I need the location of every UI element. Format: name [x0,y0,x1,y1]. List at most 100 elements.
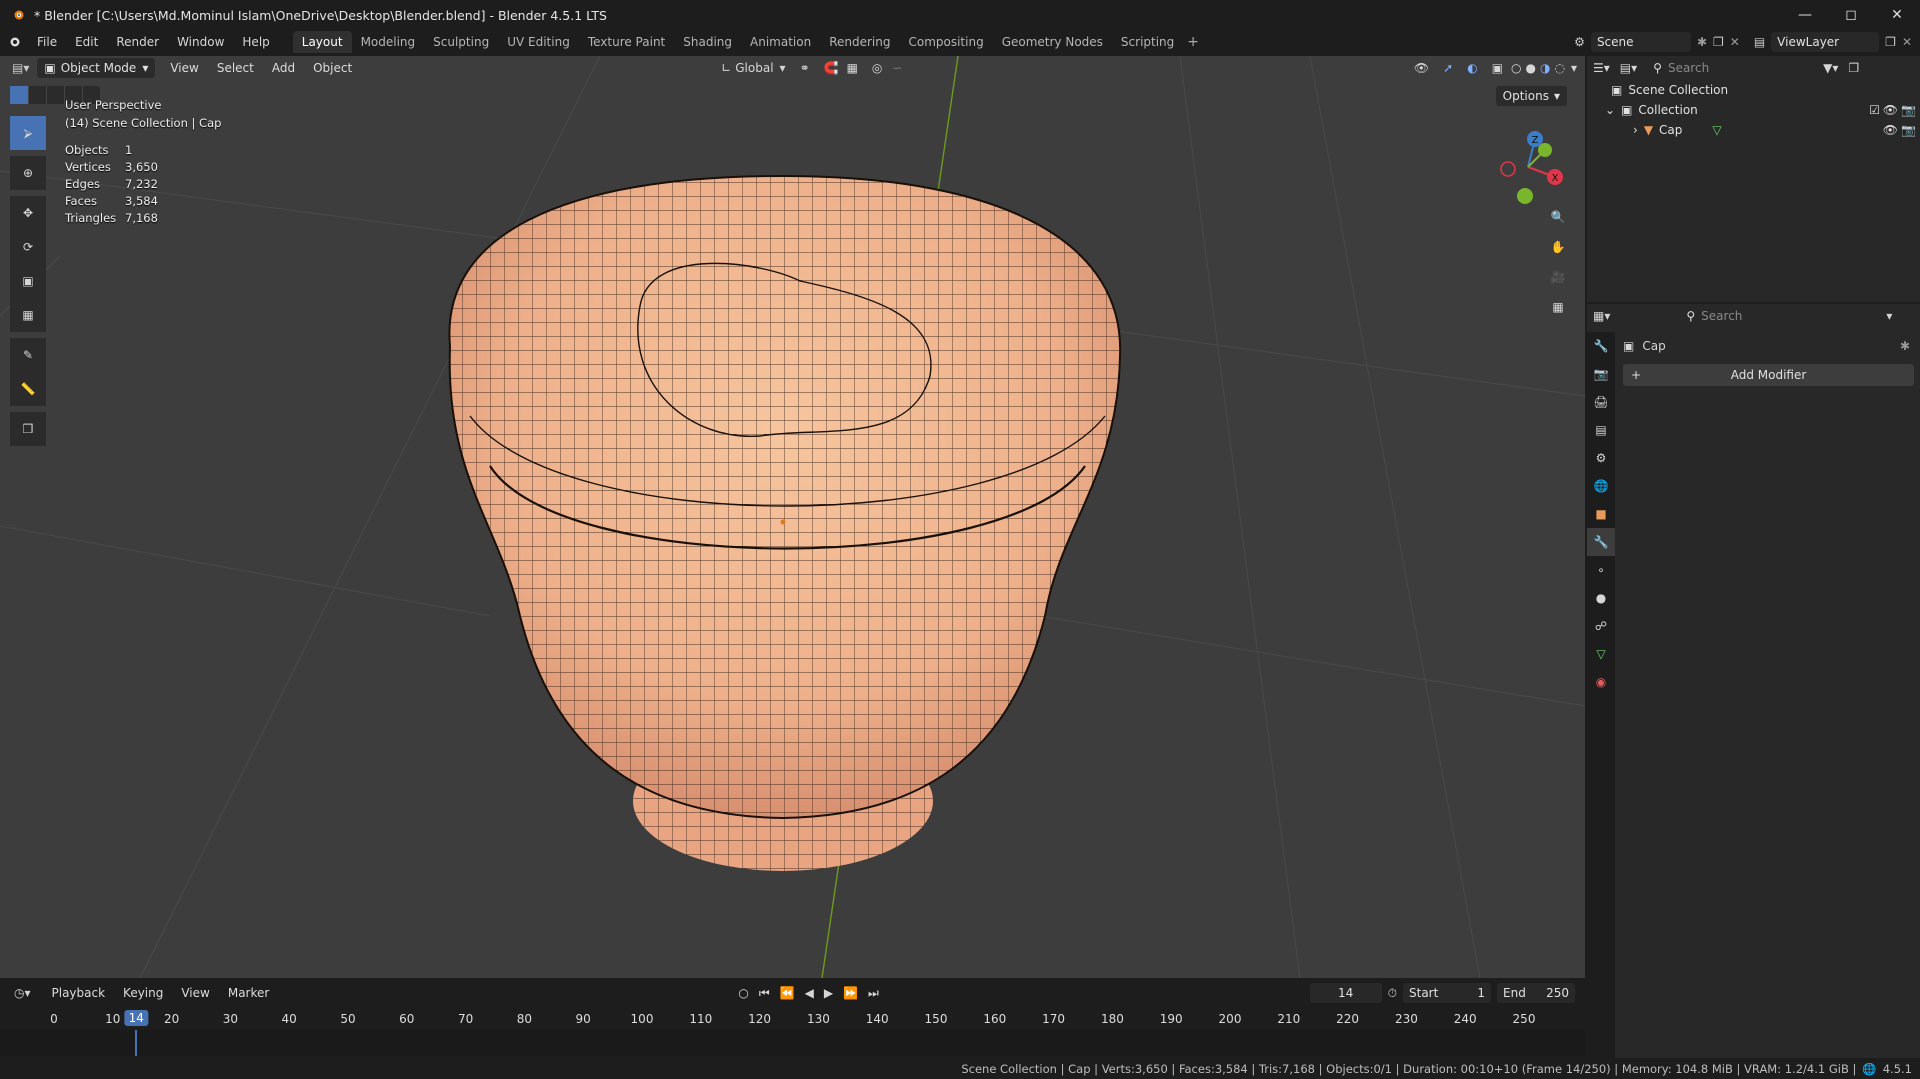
cursor-tool-icon[interactable]: ⊕ [10,156,46,190]
object-mode-dropdown[interactable]: ▣ Object Mode ▾ [37,58,156,78]
camera-icon[interactable]: 📷 [1901,123,1916,137]
jump-end-icon[interactable]: ⏭ [868,986,879,1001]
view-layer-selector[interactable]: ViewLayer [1771,32,1880,52]
timeline-menu-view[interactable]: View [172,986,218,1000]
material-shading-icon[interactable]: ◑ [1540,61,1550,75]
overlay-toggle-icon[interactable]: ◐ [1467,61,1477,75]
start-frame-field[interactable]: Start 1 [1403,983,1491,1003]
falloff-icon[interactable]: ∽ [892,61,902,75]
tab-animation[interactable]: Animation [741,31,820,53]
particles-tab-icon[interactable]: ∘ [1587,556,1615,584]
timeline-menu-marker[interactable]: Marker [219,986,278,1000]
play-reverse-icon[interactable]: ◀ [805,986,814,1000]
tab-shading[interactable]: Shading [674,31,741,53]
options-button[interactable]: Options ▾ [1495,86,1567,106]
tab-texture-paint[interactable]: Texture Paint [579,31,674,53]
select-box-tool-icon[interactable]: ⮚ [10,116,46,150]
annotate-tool-icon[interactable]: ✎ [10,338,46,372]
remove-view-layer-icon[interactable]: ✕ [1902,35,1912,49]
chevron-down-icon[interactable]: ▾ [1886,309,1892,323]
eye-icon[interactable]: 👁 [1883,123,1898,137]
jump-start-icon[interactable]: ⏮ [759,986,770,1001]
zoom-icon[interactable]: 🔍 [1545,204,1571,230]
solid-shading-icon[interactable]: ● [1526,61,1536,75]
tab-compositing[interactable]: Compositing [899,31,992,53]
xray-icon[interactable]: ▣ [1492,61,1503,75]
maximize-icon[interactable]: ◻ [1828,0,1874,30]
play-icon[interactable]: ▶ [824,986,833,1000]
chevron-down-icon[interactable]: ⌄ [1605,103,1615,117]
menu-window[interactable]: Window [168,30,233,54]
render-tab-icon[interactable]: 📷 [1587,360,1615,388]
tab-scripting[interactable]: Scripting [1112,31,1183,53]
timeline-menu-keying[interactable]: Keying [114,986,172,1000]
tab-geometry-nodes[interactable]: Geometry Nodes [993,31,1112,53]
snap-icon[interactable]: 🧲 [824,61,839,75]
menu-render[interactable]: Render [107,30,168,54]
move-tool-icon[interactable]: ✥ [10,196,46,230]
pin-icon[interactable]: ✱ [1697,35,1707,49]
viewport-canvas[interactable] [0,56,1585,978]
minimize-icon[interactable]: — [1782,0,1828,30]
select-extend-icon[interactable] [28,86,46,104]
next-keyframe-icon[interactable]: ⏩ [843,986,858,1000]
tool-tab-icon[interactable]: 🔧 [1587,332,1615,360]
object-tab-icon[interactable]: ■ [1587,500,1615,528]
navigation-gizmo[interactable]: Z X [1483,122,1573,212]
gizmo-toggle-icon[interactable]: ➚ [1443,61,1453,75]
add-cube-tool-icon[interactable]: ❒ [10,412,46,446]
menu-file[interactable]: File [28,30,66,54]
world-tab-icon[interactable]: 🌐 [1587,472,1615,500]
constraints-tab-icon[interactable]: ☍ [1587,612,1615,640]
viewport-menu-select[interactable]: Select [208,61,263,75]
editor-type-icon[interactable]: ▤▾ [12,61,29,75]
pivot-point-icon[interactable]: ⚭ [800,61,810,75]
rendered-shading-icon[interactable]: ◌ [1554,61,1564,75]
tab-layout[interactable]: Layout [292,31,352,53]
viewport-menu-add[interactable]: Add [263,61,304,75]
frame-ruler[interactable]: 0 10 20 30 40 50 60 70 80 90 100 110 120 130 140 150 160… [0,1010,1585,1030]
properties-editor-icon[interactable]: ▦▾ [1593,309,1610,323]
scene-selector[interactable]: Scene [1590,32,1691,52]
close-icon[interactable]: ✕ [1874,0,1920,30]
material-tab-icon[interactable]: ◉ [1587,668,1615,696]
tab-uv-editing[interactable]: UV Editing [498,31,579,53]
snap-target-icon[interactable]: ▦ [847,61,858,75]
scale-tool-icon[interactable]: ▣ [10,264,46,298]
timeline-track[interactable] [0,1030,1585,1056]
new-collection-icon[interactable]: ❐ [1848,61,1859,75]
tab-modeling[interactable]: Modeling [352,31,425,53]
outliner-row-cap[interactable]: › ▼ Cap ▽ 👁 📷 [1587,120,1920,140]
pan-hand-icon[interactable]: ✋ [1545,234,1571,260]
transform-tool-icon[interactable]: ▦ [10,298,46,332]
checkbox-icon[interactable]: ☑ [1869,103,1880,117]
visibility-icon[interactable]: 👁 [1414,61,1429,75]
new-scene-icon[interactable]: ❐ [1713,35,1724,49]
blender-menu-icon[interactable] [0,35,28,49]
select-subtract-icon[interactable] [46,86,64,104]
outliner-search-field[interactable]: ⚲ Search [1647,58,1764,78]
view-layer-tab-icon[interactable]: ▤ [1587,416,1615,444]
modifier-tab-icon[interactable]: 🔧 [1587,528,1615,556]
outliner-row-collection[interactable]: ⌄ ▣ Collection ☑ 👁 📷 [1587,100,1920,120]
prev-keyframe-icon[interactable]: ⏪ [780,986,795,1000]
add-workspace-icon[interactable]: + [1187,34,1199,50]
timeline-editor-icon[interactable]: ◷▾ [14,986,31,1000]
pin-icon[interactable]: ✱ [1900,339,1910,353]
display-mode-icon[interactable]: ▤▾ [1620,61,1637,75]
eye-icon[interactable]: 👁 [1883,103,1898,117]
scene-tab-icon[interactable]: ⚙ [1587,444,1615,472]
wireframe-shading-icon[interactable]: ○ [1511,61,1521,75]
scene-icon[interactable]: ⚙ [1574,35,1585,49]
auto-keying-icon[interactable]: ○ [738,986,748,1000]
select-new-icon[interactable] [10,86,28,104]
3d-viewport[interactable]: ▤▾ ▣ Object Mode ▾ View Select Add Objec… [0,56,1585,978]
chevron-right-icon[interactable]: › [1633,123,1638,137]
chevron-down-icon[interactable]: ▾ [1571,61,1577,75]
camera-view-icon[interactable]: 🎥 [1545,264,1571,290]
orientation-dropdown[interactable]: Global [735,61,773,75]
data-tab-icon[interactable]: ▽ [1587,640,1615,668]
menu-edit[interactable]: Edit [66,30,107,54]
cap-mesh[interactable] [448,174,1122,871]
new-view-layer-icon[interactable]: ❐ [1885,35,1896,49]
